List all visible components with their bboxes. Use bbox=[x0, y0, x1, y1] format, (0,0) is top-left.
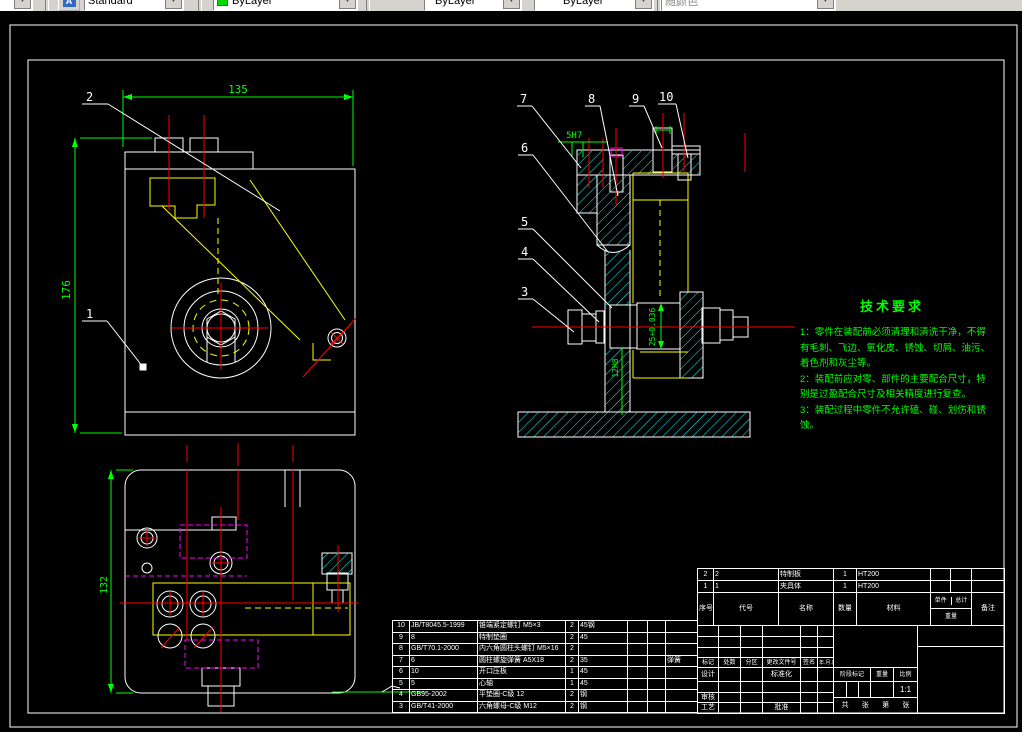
front-view-dimensions[interactable]: 135 176 bbox=[60, 83, 353, 433]
balloon-2[interactable]: 2 bbox=[86, 90, 93, 104]
color-value: ByLayer bbox=[232, 0, 272, 7]
bom-header-table: 22 特制板1 HT200 11 夹具体1 HT200 序号 代号 名称 数量 … bbox=[697, 568, 1005, 626]
bom-row: 76圆柱螺旋弹簧 A5X18235弹簧 bbox=[393, 655, 698, 667]
bom-header-row: 序号 代号 名称 数量 材料 单件总计 重量 备注 bbox=[698, 593, 1005, 626]
dim-slot-fit[interactable]: 5H7 bbox=[566, 131, 582, 141]
balloon-8[interactable]: 8 bbox=[588, 92, 595, 106]
tech-req-line: 3：装配过程中零件不允许磕、碰、划伤和锈 bbox=[800, 403, 1000, 419]
technical-requirements: 技术要求 1：零件在装配前必须清理和清洗干净，不得 有毛刺、飞边、氧化皮、锈蚀、… bbox=[800, 296, 1000, 434]
section-view[interactable] bbox=[518, 128, 750, 437]
bom-row: 3GB/T41-2000六角螺母-C级 M122钢 bbox=[393, 701, 698, 713]
bom-row: 11 夹具体1 HT200 bbox=[698, 581, 1005, 593]
balloon-leaders-front[interactable] bbox=[82, 104, 280, 370]
bom-row: 4GB95-2002平垫圈-C级 122钢 bbox=[393, 690, 698, 702]
balloon-3[interactable]: 3 bbox=[521, 285, 528, 299]
balloon-5[interactable]: 5 bbox=[521, 215, 528, 229]
sheet-count-row: 共张 第张 bbox=[834, 698, 918, 714]
dim-front-width[interactable]: 135 bbox=[228, 83, 248, 96]
balloon-9[interactable]: 9 bbox=[632, 92, 639, 106]
lineweight-combo[interactable]: ByLayer ▼ bbox=[534, 0, 654, 11]
front-view-workpiece[interactable] bbox=[150, 178, 345, 360]
scale-header-row: 阶段标记 重量 比例 bbox=[834, 668, 918, 682]
lineweight-value: ByLayer bbox=[563, 0, 603, 7]
balloon-10[interactable]: 10 bbox=[659, 90, 673, 104]
toolbar-separator bbox=[366, 0, 370, 11]
tech-req-line: 着色剂和灰尘等。 bbox=[800, 356, 1000, 372]
bom-row: 55心轴145 bbox=[393, 678, 698, 690]
bom-row: 22 特制板1 HT200 bbox=[698, 569, 1005, 581]
design-row: 设计 标准化 bbox=[698, 668, 834, 682]
section-view-centerlines[interactable] bbox=[532, 113, 795, 327]
front-view[interactable] bbox=[125, 138, 355, 435]
chevron-down-icon[interactable]: ▼ bbox=[339, 0, 356, 9]
front-view-centerlines[interactable] bbox=[169, 115, 356, 466]
balloon-6[interactable]: 6 bbox=[521, 141, 528, 155]
linetype-value: ByLayer bbox=[435, 0, 475, 7]
chevron-down-icon: ▼ bbox=[817, 0, 834, 9]
dim-pin-fit[interactable]: 12H8 bbox=[611, 358, 620, 377]
revision-label-row: 标记 处数 分区 更改文件号 签名 年.月.日 bbox=[698, 658, 834, 668]
dim-front-height[interactable]: 176 bbox=[60, 280, 73, 300]
color-swatch-green bbox=[217, 0, 228, 6]
linetype-combo[interactable]: ByLayer ▼ bbox=[424, 0, 522, 11]
tech-req-line: 有毛刺、飞边、氧化皮、锈蚀、切屑、油污、 bbox=[800, 341, 1000, 357]
bom-row: 8GB/T70.1-2000内六角圆柱头螺钉 M5×162 bbox=[393, 644, 698, 656]
tech-req-line: 1：零件在装配前必须清理和清洗干净，不得 bbox=[800, 325, 1000, 341]
chevron-down-icon[interactable]: ▼ bbox=[503, 0, 520, 9]
dim-bore-fit[interactable]: 25+0.036 bbox=[648, 308, 657, 347]
bom-continuation-table: 10JB/T8045.5-1999锥端紧定螺钉 M5×3245钢 98特制垫圈2… bbox=[392, 620, 698, 713]
toolbar-separator bbox=[45, 0, 49, 11]
chevron-down-icon[interactable]: ▼ bbox=[14, 0, 31, 9]
tech-req-line: 2：装配前应对零、部件的主要配合尺寸，特 bbox=[800, 372, 1000, 388]
plot-style-combo: 随颜色 ▼ bbox=[661, 0, 836, 11]
titleblock-scale-zone: 阶段标记 重量 比例 1:1 共张 第张 bbox=[833, 625, 918, 714]
tech-req-line: 蚀。 bbox=[800, 418, 1000, 434]
titleblock-name-zone bbox=[917, 625, 1005, 714]
cad-application-window: ▼ A Standard ▼ ByLayer ▼ ByLayer ▼ ByLay… bbox=[0, 0, 1022, 732]
toolbar-separator bbox=[198, 0, 202, 11]
drawing-name-cell bbox=[918, 626, 1005, 647]
bom-row: 610开口压板145 bbox=[393, 667, 698, 679]
plot-style-value: 随颜色 bbox=[665, 0, 698, 9]
plan-view-workpiece[interactable] bbox=[153, 583, 350, 635]
color-combo[interactable]: ByLayer ▼ bbox=[213, 0, 358, 11]
text-style-icon: A bbox=[63, 0, 76, 7]
text-style-combo[interactable]: Standard ▼ bbox=[84, 0, 184, 11]
tech-req-title: 技术要求 bbox=[860, 296, 1000, 315]
tech-req-line: 别是过盈配合尺寸及相关精度进行复查。 bbox=[800, 387, 1000, 403]
plan-view-dimension[interactable]: 132 bbox=[99, 470, 133, 693]
balloon-1[interactable]: 1 bbox=[86, 307, 93, 321]
bom-row: 10JB/T8045.5-1999锥端紧定螺钉 M5×3245钢 bbox=[393, 621, 698, 633]
scale-value: 1:1 bbox=[894, 682, 918, 698]
drawing-number-cell bbox=[918, 647, 1005, 714]
chevron-down-icon[interactable]: ▼ bbox=[635, 0, 652, 9]
balloon-7[interactable]: 7 bbox=[520, 92, 527, 106]
text-style-manager-button[interactable]: A bbox=[58, 0, 80, 11]
object-properties-toolbar: ▼ A Standard ▼ ByLayer ▼ ByLayer ▼ ByLay… bbox=[0, 0, 1022, 11]
plan-view-centerlines[interactable] bbox=[120, 470, 358, 712]
plan-view-hidden-lines[interactable] bbox=[125, 525, 258, 668]
bom-row: 98特制垫圈245 bbox=[393, 632, 698, 644]
process-row: 工艺 批准 bbox=[698, 703, 834, 714]
text-style-value: Standard bbox=[88, 0, 133, 7]
balloon-4[interactable]: 4 bbox=[521, 245, 528, 259]
plan-view[interactable] bbox=[125, 470, 355, 706]
review-row: 审核 bbox=[698, 693, 834, 703]
bom-weight-header: 单件总计 重量 bbox=[931, 593, 972, 626]
dim-plan-height[interactable]: 132 bbox=[99, 576, 110, 594]
chevron-down-icon[interactable]: ▼ bbox=[165, 0, 182, 9]
titleblock-signature-zone: 标记 处数 分区 更改文件号 签名 年.月.日 设计 标准化 审核 工艺 批准 bbox=[697, 625, 834, 714]
toolbar-combo-fragment[interactable]: ▼ bbox=[0, 0, 33, 11]
scale-value-row: 1:1 bbox=[834, 682, 918, 698]
